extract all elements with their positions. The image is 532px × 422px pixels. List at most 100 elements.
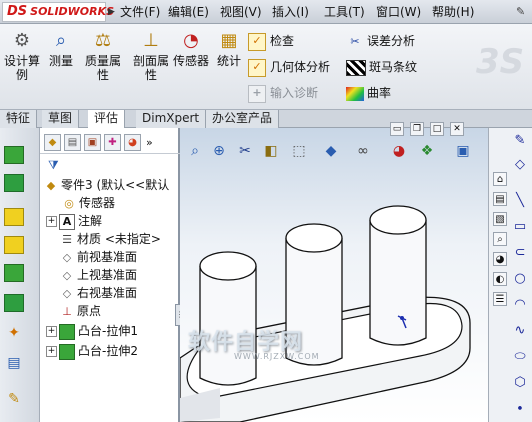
filter-icon[interactable]: ⧩: [48, 158, 62, 172]
tree-item-front-plane[interactable]: ◇ 前视基准面: [60, 248, 137, 266]
tree-item-label: 原点: [77, 304, 102, 318]
import-diagnostics-label: 输入诊断: [270, 86, 319, 100]
task-pane-search-icon[interactable]: ⌕: [493, 232, 507, 246]
line-icon[interactable]: ╲: [511, 192, 529, 210]
menu-insert[interactable]: 插入(I): [270, 3, 311, 21]
tab-dimxpert[interactable]: DimXpert: [136, 110, 207, 128]
task-pane-custom-properties-icon[interactable]: ☰: [493, 292, 507, 306]
view-orientation-icon[interactable]: ⬚: [288, 140, 310, 162]
tree-item-right-plane[interactable]: ◇ 右视基准面: [60, 284, 137, 302]
extrude-boss-icon[interactable]: [4, 146, 24, 164]
display-manager-tab-icon[interactable]: ◕: [124, 134, 141, 151]
pin-icon[interactable]: ✎: [516, 5, 530, 19]
tree-item-extrude-2[interactable]: + 凸台-拉伸2: [46, 342, 138, 360]
tree-item-material[interactable]: ☰ 材质 <未指定>: [60, 230, 161, 248]
edit-appearance-icon[interactable]: ◕: [388, 140, 410, 162]
solidworks-logo[interactable]: DS SOLIDWORKS: [2, 2, 114, 22]
sweep-icon[interactable]: [4, 208, 24, 226]
menu-tools[interactable]: 工具(T): [322, 3, 367, 21]
tree-item-extrude-1[interactable]: + 凸台-拉伸1: [46, 322, 138, 340]
mass-properties-button[interactable]: ⚖ 质量属性: [80, 28, 126, 106]
slot-icon[interactable]: ⊂: [511, 244, 529, 262]
tab-features[interactable]: 特征: [0, 110, 38, 128]
spline-icon[interactable]: ∿: [511, 322, 529, 340]
polygon-icon[interactable]: ⬡: [511, 374, 529, 392]
tree-item-origin[interactable]: ⊥ 原点: [60, 302, 101, 320]
tree-item-top-plane[interactable]: ◇ 上视基准面: [60, 266, 137, 284]
import-diagnostics-button[interactable]: + 输入诊断: [248, 82, 338, 104]
tree-item-label: 右视基准面: [77, 286, 138, 300]
zebra-stripes-button[interactable]: 斑马条纹: [346, 56, 446, 78]
zoom-to-area-icon[interactable]: ⊕: [208, 140, 230, 162]
menu-file[interactable]: 文件(F): [118, 3, 162, 21]
geometry-analysis-button[interactable]: ✓ 几何体分析: [248, 56, 342, 78]
rectangle-icon[interactable]: ▭: [511, 218, 529, 236]
circle-icon[interactable]: ○: [511, 270, 529, 288]
task-pane-resources-icon[interactable]: ⌂: [493, 172, 507, 186]
measure-button[interactable]: ⌕ 测量: [46, 28, 76, 106]
deviation-analysis-button[interactable]: ✂ 误差分析: [346, 30, 446, 52]
expand-icon[interactable]: +: [46, 216, 57, 227]
zoom-to-fit-icon[interactable]: ⌕: [184, 140, 206, 162]
geometry-analysis-icon: ✓: [248, 58, 266, 77]
pattern-icon[interactable]: ▤: [4, 354, 24, 372]
previous-view-icon[interactable]: ✂: [234, 140, 256, 162]
section-view-icon[interactable]: ◧: [260, 140, 282, 162]
expand-icon[interactable]: +: [46, 346, 57, 357]
curvature-icon: [346, 86, 364, 101]
restore-icon[interactable]: ❐: [410, 122, 424, 136]
menu-help[interactable]: 帮助(H): [430, 3, 476, 21]
property-manager-tab-icon[interactable]: ▤: [64, 134, 81, 151]
hide-show-items-icon[interactable]: ∞: [352, 140, 374, 162]
task-pane-view-palette-icon[interactable]: ◕: [493, 252, 507, 266]
tree-item-label: 上视基准面: [77, 268, 138, 282]
rib-icon[interactable]: ✎: [4, 390, 24, 408]
tab-sketch[interactable]: 草图: [42, 110, 80, 128]
task-pane-design-library-icon[interactable]: ▤: [493, 192, 507, 206]
arc-icon[interactable]: ◠: [511, 296, 529, 314]
apply-scene-icon[interactable]: ❖: [416, 140, 438, 162]
menu-expand-arrow-icon[interactable]: ▶: [108, 5, 118, 19]
sketch-icon[interactable]: ✎: [511, 132, 529, 150]
part-model: [180, 205, 471, 422]
expand-icon[interactable]: +: [46, 326, 57, 337]
more-tabs-icon[interactable]: »: [146, 134, 158, 151]
design-study-button[interactable]: ⚙ 设计算例: [2, 28, 42, 106]
smart-dimension-icon[interactable]: ◇: [511, 156, 529, 174]
configuration-manager-tab-icon[interactable]: ▣: [84, 134, 101, 151]
dimxpert-manager-tab-icon[interactable]: ✚: [104, 134, 121, 151]
tree-item-sensors[interactable]: ◎ 传感器: [62, 194, 115, 212]
tab-evaluate[interactable]: 评估: [88, 110, 126, 128]
statistics-button[interactable]: ▦ 统计: [214, 28, 244, 106]
menu-window[interactable]: 窗口(W): [374, 3, 423, 21]
point-icon[interactable]: ∙: [511, 400, 529, 418]
section-properties-button[interactable]: ⊥ 剖面属性: [128, 28, 174, 106]
minimize-icon[interactable]: ▭: [390, 122, 404, 136]
graphics-area[interactable]: ▭ ❐ □ ✕ ⌕ ⊕ ✂ ◧ ⬚ ◆ ∞ ◕ ❖ ▣ 软件自学网 WWW.RJ…: [180, 122, 488, 422]
view-settings-icon[interactable]: ▣: [452, 140, 474, 162]
ellipse-icon[interactable]: ⬭: [511, 348, 529, 366]
loft-icon[interactable]: [4, 236, 24, 254]
tab-office-products[interactable]: 办公室产品: [206, 110, 280, 128]
task-pane-appearances-icon[interactable]: ◐: [493, 272, 507, 286]
curvature-button[interactable]: 曲率: [346, 82, 446, 104]
cut-icon[interactable]: [4, 294, 24, 312]
menu-view[interactable]: 视图(V): [218, 3, 264, 21]
revolve-boss-icon[interactable]: [4, 174, 24, 192]
display-style-icon[interactable]: ◆: [320, 140, 342, 162]
sensor-button[interactable]: ◔ 传感器: [172, 28, 210, 106]
fillet-icon[interactable]: ✦: [4, 324, 24, 342]
model-viewport[interactable]: [180, 188, 488, 422]
watermark-url: WWW.RJZXW.COM: [234, 352, 320, 361]
menu-edit[interactable]: 编辑(E): [166, 3, 211, 21]
close-icon[interactable]: ✕: [450, 122, 464, 136]
maximize-icon[interactable]: □: [430, 122, 444, 136]
statistics-icon: ▦: [220, 30, 238, 51]
tree-root-part[interactable]: ◆ 零件3 (默认<<默认: [44, 176, 169, 194]
boundary-icon[interactable]: [4, 264, 24, 282]
task-pane-file-explorer-icon[interactable]: ▧: [493, 212, 507, 226]
tree-item-label: 注解: [78, 214, 103, 228]
tree-item-annotations[interactable]: + A 注解: [46, 212, 102, 230]
check-button[interactable]: ✓ 检查: [248, 30, 338, 52]
feature-manager-tab-icon[interactable]: ◆: [44, 134, 61, 151]
